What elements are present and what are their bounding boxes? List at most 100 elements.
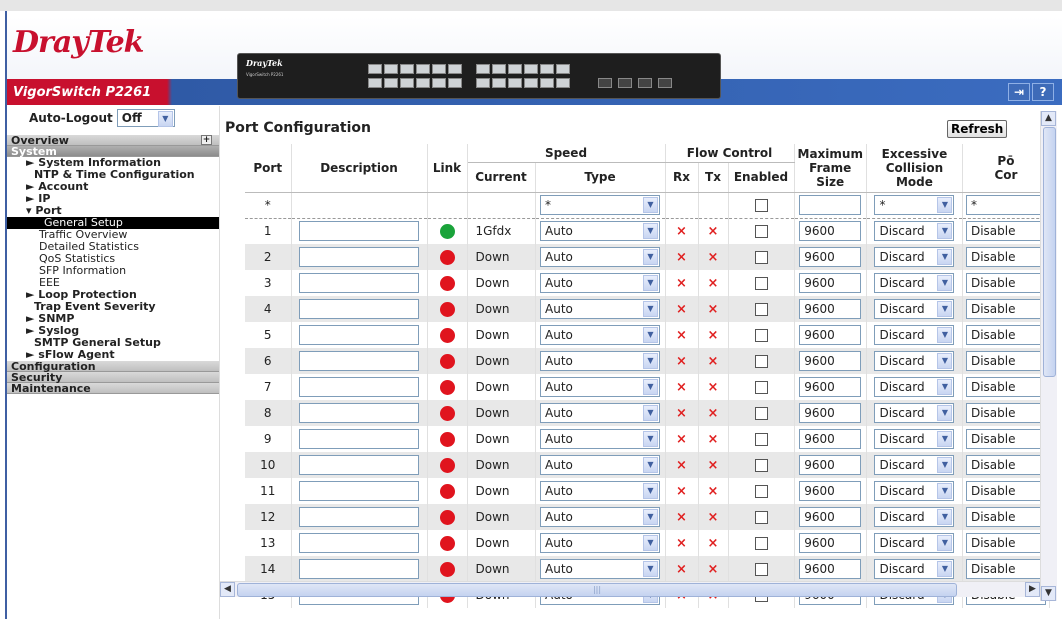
flow-enabled-checkbox[interactable] — [754, 355, 768, 368]
power-select[interactable]: Disable — [965, 403, 1046, 423]
vertical-scroll-thumb[interactable] — [1043, 127, 1056, 377]
excessive-select[interactable]: Discard ▼ — [874, 299, 955, 319]
max-frame-input[interactable]: 9600 — [799, 533, 862, 553]
speed-type-select[interactable]: Auto ▼ — [540, 481, 660, 501]
scroll-right-icon[interactable]: ▶ — [1025, 582, 1040, 597]
flow-enabled-checkbox[interactable] — [754, 433, 768, 446]
flow-enabled-checkbox[interactable] — [754, 329, 768, 342]
description-input[interactable] — [299, 247, 419, 267]
description-input[interactable] — [299, 481, 419, 501]
description-input[interactable] — [299, 429, 419, 449]
description-input[interactable] — [299, 299, 419, 319]
description-input[interactable] — [299, 533, 419, 553]
speed-type-select[interactable]: Auto ▼ — [540, 429, 660, 449]
flow-enabled-checkbox[interactable] — [754, 459, 768, 472]
power-select[interactable]: Disable — [965, 533, 1046, 553]
max-frame-input[interactable]: 9600 — [799, 481, 862, 501]
speed-type-select-all[interactable]: * ▼ — [540, 195, 660, 215]
speed-type-select[interactable]: Auto ▼ — [540, 299, 660, 319]
nav-section-maintenance[interactable]: Maintenance — [7, 383, 220, 394]
description-input[interactable] — [299, 273, 419, 293]
power-select[interactable]: Disable — [965, 221, 1046, 242]
speed-type-select[interactable]: Auto ▼ — [540, 273, 660, 293]
speed-type-select[interactable]: Auto ▼ — [540, 507, 660, 527]
speed-type-select[interactable]: Auto ▼ — [540, 221, 660, 242]
power-select[interactable]: Disable — [965, 273, 1046, 293]
max-frame-input[interactable]: 9600 — [799, 247, 862, 267]
description-input[interactable] — [299, 455, 419, 475]
excessive-select[interactable]: Discard ▼ — [874, 247, 955, 267]
description-input[interactable] — [299, 325, 419, 345]
max-frame-input[interactable]: 9600 — [799, 325, 862, 345]
power-select[interactable]: Disable — [965, 299, 1046, 319]
excessive-select[interactable]: Discard ▼ — [874, 377, 955, 397]
power-select[interactable]: Disable — [965, 247, 1046, 267]
flow-enabled-checkbox-all[interactable] — [754, 199, 768, 212]
power-select[interactable]: Disable — [965, 455, 1046, 475]
max-frame-input[interactable]: 9600 — [799, 455, 862, 475]
flow-enabled-checkbox[interactable] — [754, 407, 768, 420]
description-input[interactable] — [299, 403, 419, 423]
description-input[interactable] — [299, 377, 419, 397]
flow-enabled-checkbox[interactable] — [754, 303, 768, 316]
speed-type-select[interactable]: Auto ▼ — [540, 351, 660, 371]
excessive-select[interactable]: Discard ▼ — [874, 481, 955, 501]
horizontal-scrollbar[interactable]: ◀ ||| ▶ — [220, 581, 1040, 597]
excessive-select[interactable]: Discard ▼ — [874, 429, 955, 449]
speed-type-select[interactable]: Auto ▼ — [540, 533, 660, 553]
excessive-select[interactable]: Discard ▼ — [874, 559, 955, 579]
speed-type-select[interactable]: Auto ▼ — [540, 559, 660, 579]
speed-type-select[interactable]: Auto ▼ — [540, 247, 660, 267]
max-frame-input[interactable]: 9600 — [799, 377, 862, 397]
flow-enabled-checkbox[interactable] — [754, 485, 768, 498]
power-select[interactable]: Disable — [965, 351, 1046, 371]
excessive-select[interactable]: Discard ▼ — [874, 273, 955, 293]
help-icon[interactable]: ? — [1032, 83, 1054, 101]
power-select[interactable]: Disable — [965, 507, 1046, 527]
description-input[interactable] — [299, 221, 419, 242]
nav-section-overview[interactable]: Overview + — [7, 135, 220, 146]
description-input[interactable] — [299, 559, 419, 579]
excessive-select-all[interactable]: * ▼ — [874, 195, 955, 215]
flow-enabled-checkbox[interactable] — [754, 537, 768, 550]
excessive-select[interactable]: Discard ▼ — [874, 221, 955, 242]
max-frame-input[interactable]: 9600 — [799, 429, 862, 449]
flow-enabled-checkbox[interactable] — [754, 381, 768, 394]
max-frame-input[interactable]: 9600 — [799, 403, 862, 423]
speed-type-select[interactable]: Auto ▼ — [540, 325, 660, 345]
excessive-select[interactable]: Discard ▼ — [874, 455, 955, 475]
description-input[interactable] — [299, 507, 419, 527]
horizontal-scroll-thumb[interactable]: ||| — [237, 583, 957, 597]
flow-enabled-checkbox[interactable] — [754, 563, 768, 576]
description-input[interactable] — [299, 351, 419, 371]
vertical-scrollbar[interactable]: ▲ ▼ — [1040, 111, 1057, 601]
excessive-select[interactable]: Discard ▼ — [874, 325, 955, 345]
power-select[interactable]: Disable — [965, 481, 1046, 501]
excessive-select[interactable]: Discard ▼ — [874, 507, 955, 527]
power-select[interactable]: Disable — [965, 325, 1046, 345]
max-frame-input[interactable]: 9600 — [799, 299, 862, 319]
flow-enabled-checkbox[interactable] — [754, 225, 768, 239]
scroll-left-icon[interactable]: ◀ — [220, 582, 235, 597]
max-frame-input[interactable]: 9600 — [799, 351, 862, 371]
max-frame-input[interactable]: 9600 — [799, 273, 862, 293]
excessive-select[interactable]: Discard ▼ — [874, 533, 955, 553]
expand-icon[interactable]: + — [201, 135, 212, 145]
max-frame-input[interactable]: 9600 — [799, 507, 862, 527]
scroll-down-icon[interactable]: ▼ — [1041, 586, 1056, 601]
power-select[interactable]: Disable — [965, 559, 1046, 579]
logout-icon[interactable]: ⇥ — [1008, 83, 1030, 101]
power-select[interactable]: Disable — [965, 429, 1046, 449]
power-select[interactable]: Disable — [965, 377, 1046, 397]
flow-enabled-checkbox[interactable] — [754, 251, 768, 264]
speed-type-select[interactable]: Auto ▼ — [540, 377, 660, 397]
speed-type-select[interactable]: Auto ▼ — [540, 403, 660, 423]
max-frame-input[interactable]: 9600 — [799, 559, 862, 579]
auto-logout-select[interactable]: Off ▼ — [116, 109, 175, 127]
power-select-all[interactable]: * — [965, 195, 1046, 215]
max-frame-input[interactable]: 9600 — [799, 221, 862, 242]
refresh-button[interactable]: Refresh — [947, 120, 1008, 138]
excessive-select[interactable]: Discard ▼ — [874, 403, 955, 423]
excessive-select[interactable]: Discard ▼ — [874, 351, 955, 371]
speed-type-select[interactable]: Auto ▼ — [540, 455, 660, 475]
